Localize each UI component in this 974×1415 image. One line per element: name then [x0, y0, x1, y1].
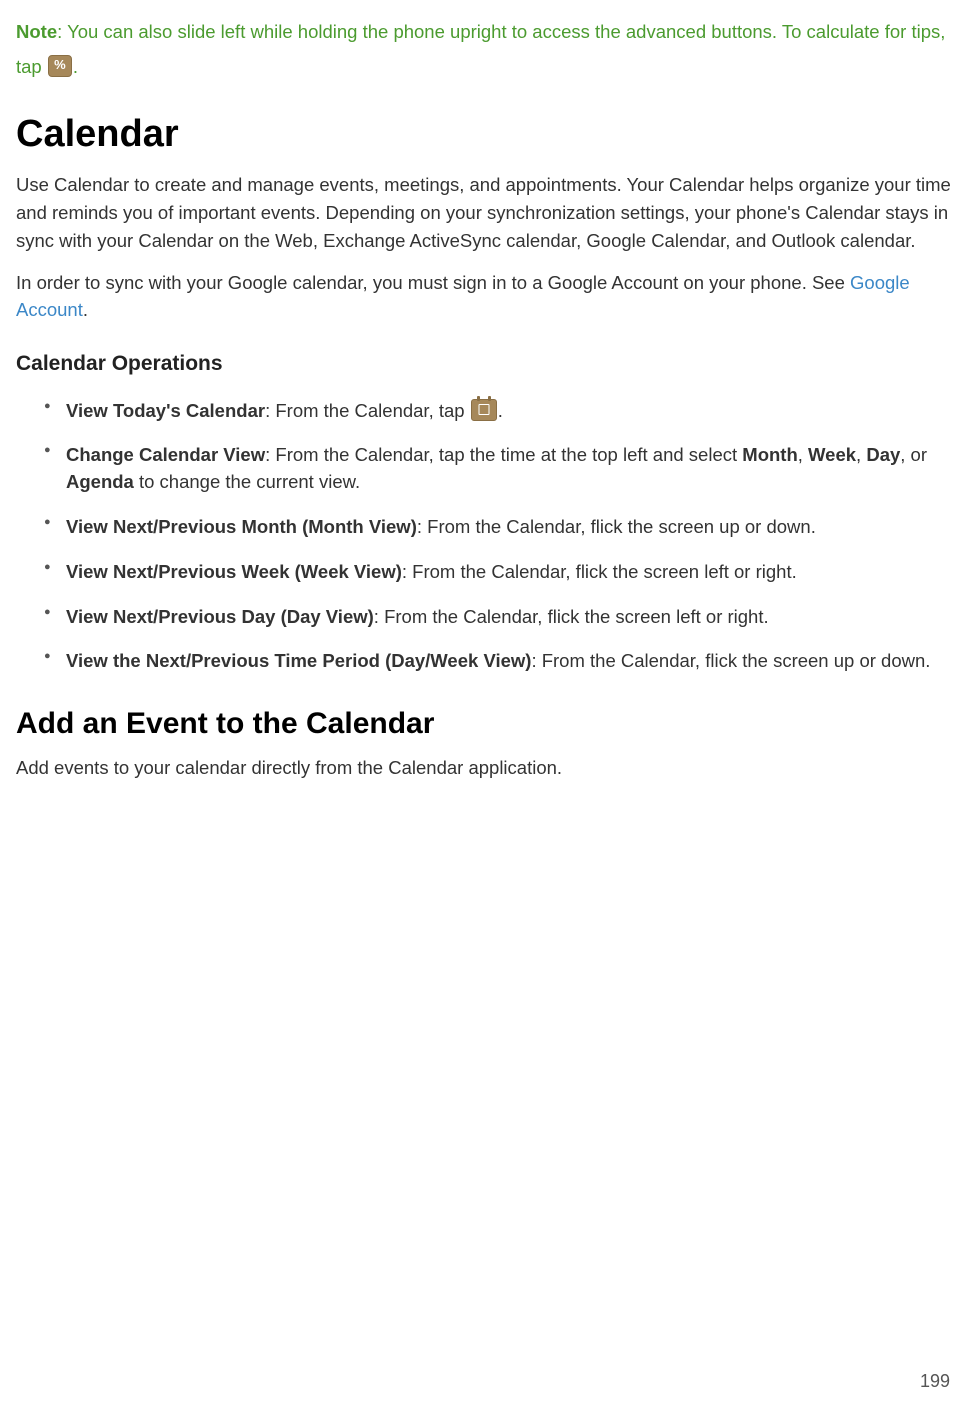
op-day-label: View Next/Previous Day (Day View) — [66, 606, 374, 627]
list-item: View the Next/Previous Time Period (Day/… — [44, 648, 958, 675]
sync-prefix: In order to sync with your Google calend… — [16, 272, 850, 293]
note-text-after: . — [73, 56, 78, 77]
op-month-label: View Next/Previous Month (Month View) — [66, 516, 417, 537]
op-month-text: : From the Calendar, flick the screen up… — [417, 516, 816, 537]
op-week-label: View Next/Previous Week (Week View) — [66, 561, 402, 582]
op-week-text: : From the Calendar, flick the screen le… — [402, 561, 797, 582]
op-change-post: to change the current view. — [134, 471, 360, 492]
percent-icon — [48, 55, 72, 77]
op-change-agenda: Agenda — [66, 471, 134, 492]
heading-add-event: Add an Event to the Calendar — [16, 701, 958, 746]
op-change-week: Week — [808, 444, 856, 465]
op-period-label: View the Next/Previous Time Period (Day/… — [66, 650, 531, 671]
list-item: View Today's Calendar: From the Calendar… — [44, 398, 958, 425]
op-today-label: View Today's Calendar — [66, 400, 265, 421]
op-change-label: Change Calendar View — [66, 444, 265, 465]
op-change-pre: : From the Calendar, tap the time at the… — [265, 444, 742, 465]
page-number: 199 — [920, 1368, 950, 1395]
op-today-after: . — [498, 400, 503, 421]
list-item: View Next/Previous Day (Day View): From … — [44, 604, 958, 631]
note-label: Note — [16, 21, 57, 42]
op-day-text: : From the Calendar, flick the screen le… — [374, 606, 769, 627]
list-item: View Next/Previous Week (Week View): Fro… — [44, 559, 958, 586]
sync-paragraph: In order to sync with your Google calend… — [16, 269, 958, 325]
note-block: Note: You can also slide left while hold… — [16, 14, 958, 84]
op-period-text: : From the Calendar, flick the screen up… — [531, 650, 930, 671]
calendar-today-icon — [471, 399, 497, 421]
op-change-day: Day — [866, 444, 900, 465]
list-item: Change Calendar View: From the Calendar,… — [44, 442, 958, 496]
list-item: View Next/Previous Month (Month View): F… — [44, 514, 958, 541]
heading-calendar: Calendar — [16, 106, 958, 163]
note-text-before: : You can also slide left while holding … — [16, 21, 945, 77]
op-today-before: : From the Calendar, tap — [265, 400, 470, 421]
op-change-month: Month — [742, 444, 797, 465]
heading-operations: Calendar Operations — [16, 348, 958, 380]
sync-suffix: . — [83, 299, 88, 320]
add-event-intro: Add events to your calendar directly fro… — [16, 754, 958, 782]
calendar-intro: Use Calendar to create and manage events… — [16, 171, 958, 254]
operations-list: View Today's Calendar: From the Calendar… — [16, 398, 958, 676]
